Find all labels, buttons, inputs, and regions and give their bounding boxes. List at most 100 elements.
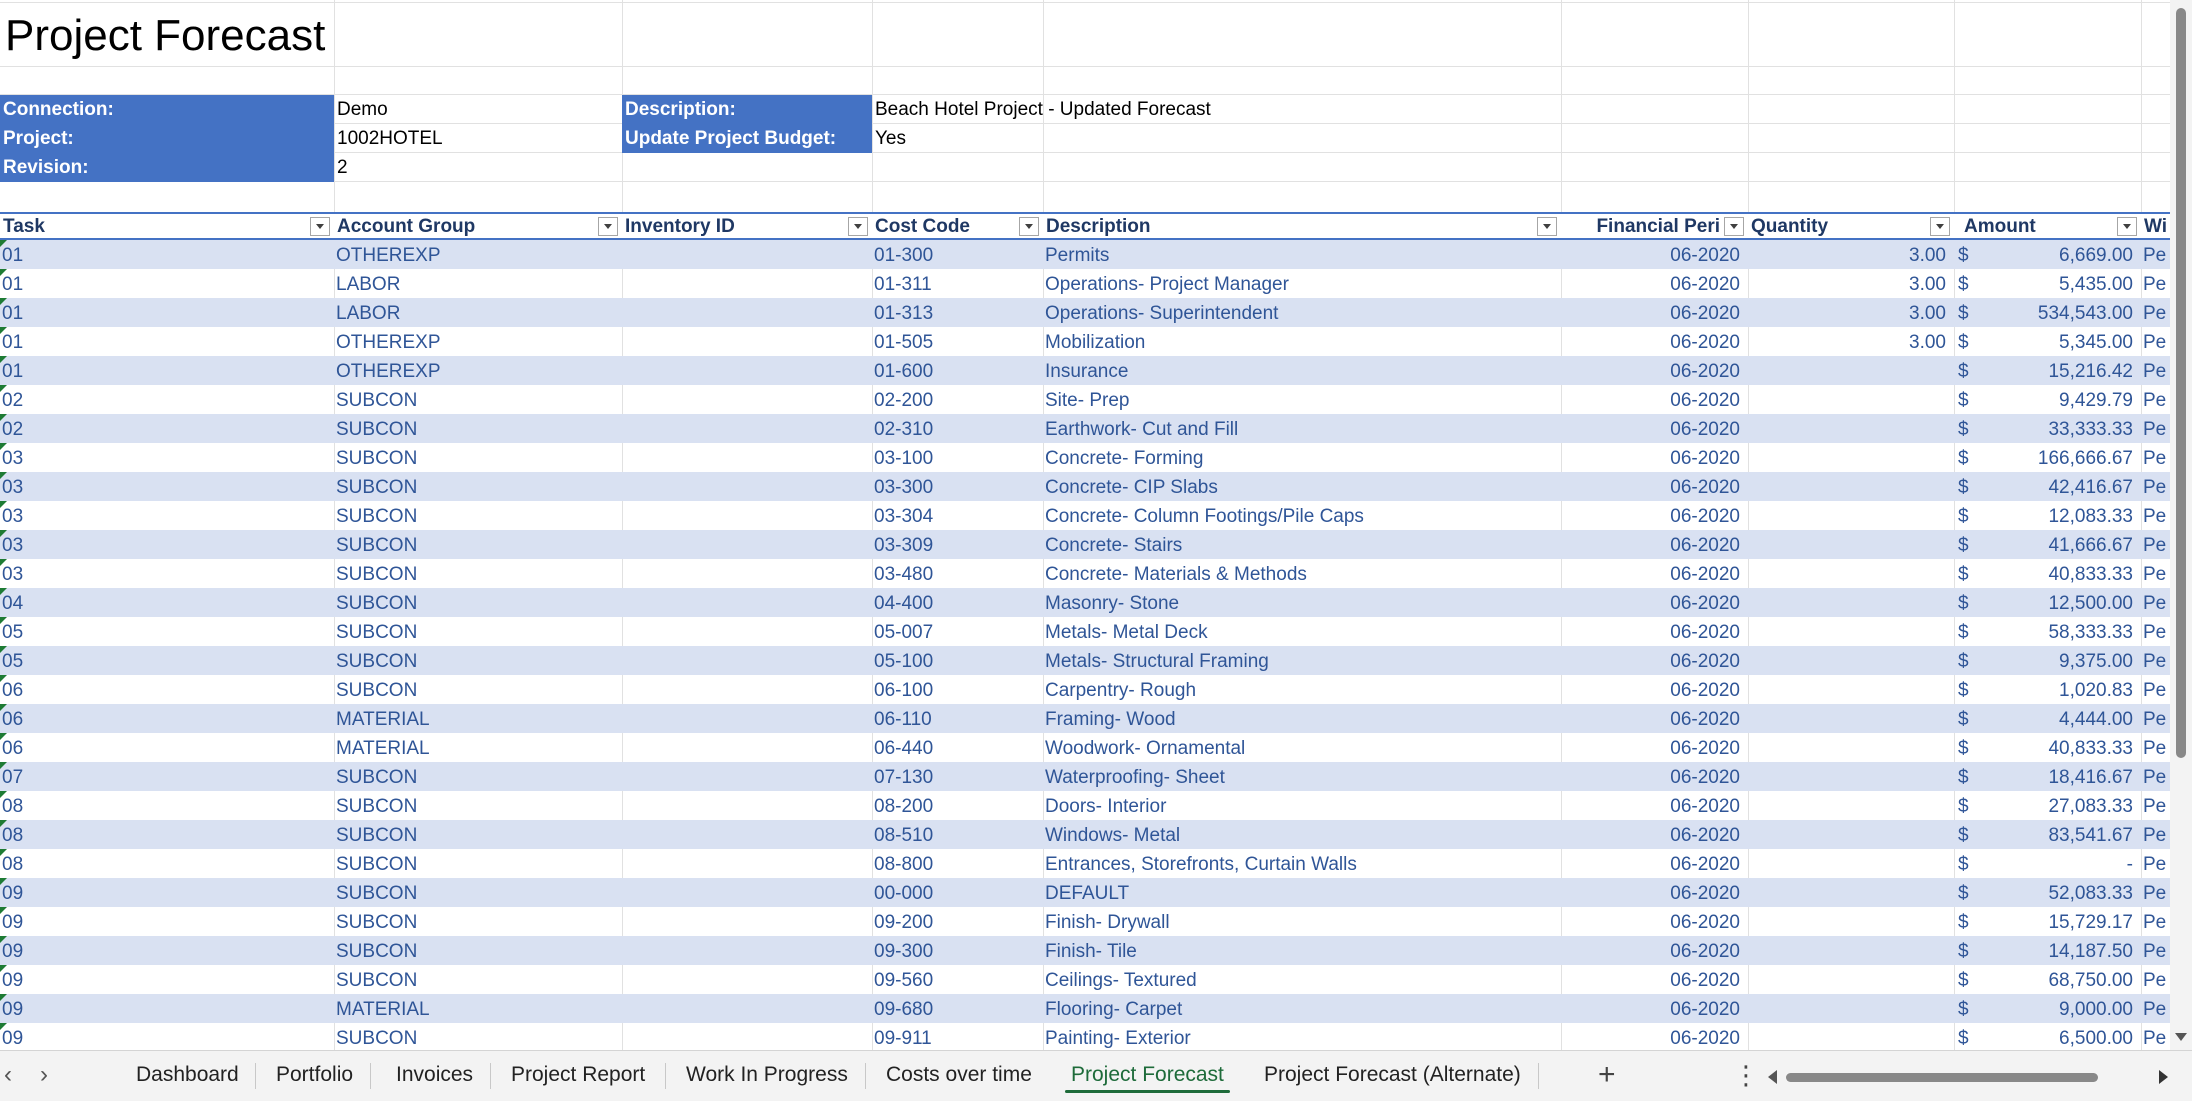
cell-financial-period[interactable]: 06-2020 (1561, 704, 1748, 733)
cell-description[interactable]: Metals- Structural Framing (1043, 646, 1561, 675)
cell-amount[interactable]: 5,435.00 (1975, 269, 2141, 298)
sheet-tab[interactable]: Work In Progress (680, 1057, 854, 1093)
cell-quantity[interactable] (1748, 385, 1954, 414)
cell-inventory-id[interactable] (622, 704, 872, 733)
cell-account-group[interactable]: MATERIAL (334, 733, 622, 762)
cell-wi[interactable]: Pe (2141, 704, 2170, 733)
filter-dropdown-icon[interactable] (598, 217, 618, 236)
cell-amount[interactable]: 83,541.67 (1975, 820, 2141, 849)
filter-dropdown-icon[interactable] (1537, 217, 1557, 236)
description-value[interactable]: Beach Hotel Project - Updated Forecast (872, 95, 1561, 124)
cell-amount[interactable]: 68,750.00 (1975, 965, 2141, 994)
cell-wi[interactable]: Pe (2141, 907, 2170, 936)
cell-inventory-id[interactable] (622, 269, 872, 298)
filter-dropdown-icon[interactable] (2117, 217, 2137, 236)
cell-wi[interactable]: Pe (2141, 269, 2170, 298)
cell-financial-period[interactable]: 06-2020 (1561, 907, 1748, 936)
cell-cost-code[interactable]: 03-300 (872, 472, 1043, 501)
cell-cost-code[interactable]: 08-510 (872, 820, 1043, 849)
cell-quantity[interactable] (1748, 501, 1954, 530)
cell-account-group[interactable]: SUBCON (334, 385, 622, 414)
cell-task[interactable]: 09 (0, 994, 334, 1023)
cell-inventory-id[interactable] (622, 617, 872, 646)
cell-financial-period[interactable]: 06-2020 (1561, 559, 1748, 588)
cell-task[interactable]: 01 (0, 298, 334, 327)
scroll-left-arrow-icon[interactable] (1768, 1070, 1777, 1084)
cell-financial-period[interactable]: 06-2020 (1561, 472, 1748, 501)
cell-task[interactable]: 02 (0, 385, 334, 414)
chevron-left-icon[interactable]: ‹ (4, 1061, 12, 1089)
cell-wi[interactable]: Pe (2141, 588, 2170, 617)
filter-dropdown-icon[interactable] (1019, 217, 1039, 236)
cell-account-group[interactable]: SUBCON (334, 791, 622, 820)
cell-account-group[interactable]: SUBCON (334, 762, 622, 791)
cell-financial-period[interactable]: 06-2020 (1561, 820, 1748, 849)
cell-description[interactable]: Mobilization (1043, 327, 1561, 356)
cell-financial-period[interactable]: 06-2020 (1561, 1023, 1748, 1050)
cell-task[interactable]: 03 (0, 443, 334, 472)
connection-value[interactable]: Demo (334, 95, 622, 124)
cell-wi[interactable]: Pe (2141, 646, 2170, 675)
cell-account-group[interactable]: LABOR (334, 269, 622, 298)
cell-inventory-id[interactable] (622, 675, 872, 704)
cell-financial-period[interactable]: 06-2020 (1561, 878, 1748, 907)
vertical-scrollbar[interactable] (2170, 0, 2192, 1050)
cell-account-group[interactable]: SUBCON (334, 472, 622, 501)
more-vertical-icon[interactable]: ⋮ (1733, 1057, 1759, 1093)
cell-inventory-id[interactable] (622, 762, 872, 791)
cell-description[interactable]: Flooring- Carpet (1043, 994, 1561, 1023)
cell-financial-period[interactable]: 06-2020 (1561, 646, 1748, 675)
cell-account-group[interactable]: SUBCON (334, 820, 622, 849)
cell-wi[interactable]: Pe (2141, 356, 2170, 385)
cell-inventory-id[interactable] (622, 965, 872, 994)
cell-quantity[interactable] (1748, 820, 1954, 849)
cell-wi[interactable]: Pe (2141, 414, 2170, 443)
cell-amount[interactable]: 9,000.00 (1975, 994, 2141, 1023)
cell-quantity[interactable] (1748, 356, 1954, 385)
cell-quantity[interactable] (1748, 965, 1954, 994)
cell-description[interactable]: Painting- Exterior (1043, 1023, 1561, 1050)
cell-financial-period[interactable]: 06-2020 (1561, 240, 1748, 269)
cell-cost-code[interactable]: 01-300 (872, 240, 1043, 269)
header-account-group[interactable]: Account Group (334, 214, 622, 238)
cell-quantity[interactable] (1748, 762, 1954, 791)
cell-task[interactable]: 09 (0, 936, 334, 965)
cell-amount[interactable]: 15,216.42 (1975, 356, 2141, 385)
cell-inventory-id[interactable] (622, 820, 872, 849)
cell-description[interactable]: Ceilings- Textured (1043, 965, 1561, 994)
cell-cost-code[interactable]: 01-505 (872, 327, 1043, 356)
cell-cost-code[interactable]: 03-309 (872, 530, 1043, 559)
cell-task[interactable]: 05 (0, 646, 334, 675)
cell-description[interactable]: Masonry- Stone (1043, 588, 1561, 617)
cell-financial-period[interactable]: 06-2020 (1561, 443, 1748, 472)
sheet-tab[interactable]: Costs over time (880, 1057, 1038, 1093)
cell-financial-period[interactable]: 06-2020 (1561, 414, 1748, 443)
cell-inventory-id[interactable] (622, 356, 872, 385)
cell-inventory-id[interactable] (622, 385, 872, 414)
cell-inventory-id[interactable] (622, 501, 872, 530)
cell-financial-period[interactable]: 06-2020 (1561, 936, 1748, 965)
cell-amount[interactable]: 9,375.00 (1975, 646, 2141, 675)
cell-quantity[interactable] (1748, 588, 1954, 617)
cell-account-group[interactable]: SUBCON (334, 936, 622, 965)
filter-dropdown-icon[interactable] (1724, 217, 1744, 236)
cell-amount[interactable]: 27,083.33 (1975, 791, 2141, 820)
cell-description[interactable]: Finish- Tile (1043, 936, 1561, 965)
cell-inventory-id[interactable] (622, 588, 872, 617)
cell-wi[interactable]: Pe (2141, 385, 2170, 414)
cell-description[interactable]: Windows- Metal (1043, 820, 1561, 849)
cell-task[interactable]: 08 (0, 849, 334, 878)
cell-description[interactable]: Metals- Metal Deck (1043, 617, 1561, 646)
cell-description[interactable]: Finish- Drywall (1043, 907, 1561, 936)
cell-amount[interactable]: 15,729.17 (1975, 907, 2141, 936)
cell-account-group[interactable]: SUBCON (334, 907, 622, 936)
cell-quantity[interactable] (1748, 414, 1954, 443)
filter-dropdown-icon[interactable] (1930, 217, 1950, 236)
cell-task[interactable]: 03 (0, 559, 334, 588)
cell-quantity[interactable] (1748, 1023, 1954, 1050)
cell-amount[interactable]: 33,333.33 (1975, 414, 2141, 443)
sheet-tab[interactable]: Invoices (390, 1057, 479, 1093)
cell-quantity[interactable]: 3.00 (1748, 240, 1954, 269)
cell-inventory-id[interactable] (622, 907, 872, 936)
sheet-title[interactable]: Project Forecast (5, 6, 325, 66)
